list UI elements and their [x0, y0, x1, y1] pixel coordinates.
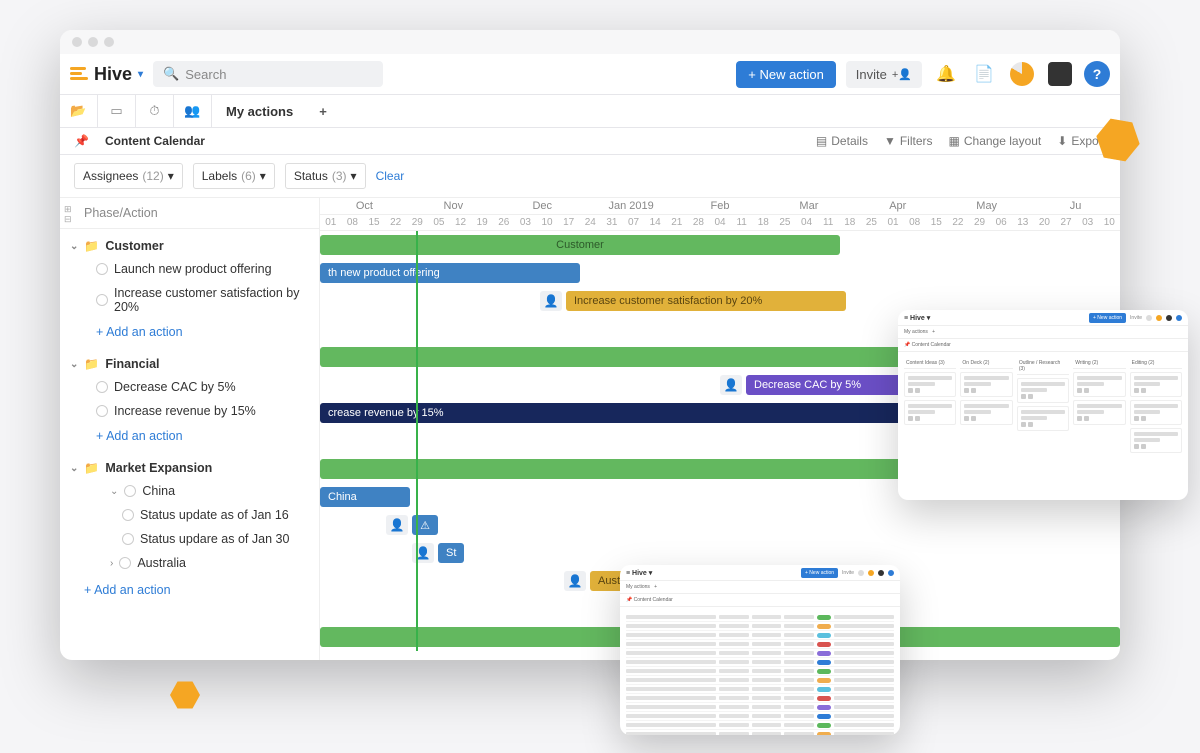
gantt-bar[interactable]: th new product offering	[320, 263, 580, 283]
assignees-filter[interactable]: Assignees (12) ▾	[74, 163, 183, 189]
list-item[interactable]: Status update as of Jan 16	[66, 503, 319, 527]
month-header: OctNovDecJan 2019FebMarAprMayJu	[320, 198, 1120, 215]
traffic-dot	[88, 37, 98, 47]
kanban-preview: ≡ Hive ▾ + New action Invite My actions …	[898, 310, 1188, 500]
assignee-icon[interactable]: 👤	[720, 375, 742, 395]
today-line	[416, 231, 418, 651]
subbar: 📌 Content Calendar ▤ Details ▼ Filters ▦…	[60, 128, 1120, 155]
filters-button[interactable]: ▼ Filters	[884, 134, 933, 148]
group-customer: ⌄📁Customer Launch new product offering I…	[60, 229, 319, 347]
nav-row: 📂 ▭ ⏱ 👥 My actions +	[60, 95, 1120, 128]
status-circle-icon	[122, 533, 134, 545]
gantt-bar[interactable]: St	[438, 543, 464, 563]
traffic-dot	[72, 37, 82, 47]
group-header[interactable]: ⌄📁Customer	[66, 235, 319, 257]
status-circle-icon	[119, 557, 131, 569]
status-circle-icon	[96, 381, 108, 393]
clock-tab[interactable]: ⏱	[136, 95, 174, 127]
assignee-icon[interactable]: 👤	[540, 291, 562, 311]
group-market: ⌄📁Market Expansion ⌄China Status update …	[60, 451, 319, 607]
assignee-icon[interactable]: 👤	[386, 515, 408, 535]
gantt-bar-customer[interactable]: Customer	[320, 235, 840, 255]
expand-collapse-icon[interactable]: ⊞⊟	[64, 204, 72, 224]
hexagon-decoration	[170, 680, 200, 710]
status-circle-icon	[122, 509, 134, 521]
status-circle-icon	[124, 485, 136, 497]
add-action[interactable]: + Add an action	[66, 575, 319, 605]
pin-icon[interactable]: 📌	[74, 134, 89, 148]
brand[interactable]: Hive ▾	[70, 64, 143, 85]
add-tab-button[interactable]: +	[307, 104, 339, 119]
search-icon: 🔍	[163, 66, 179, 82]
mini-new-action: + New action	[1089, 313, 1126, 323]
status-circle-icon	[96, 405, 108, 417]
list-item[interactable]: ›Australia	[66, 551, 319, 575]
group-header[interactable]: ⌄📁Market Expansion	[66, 457, 319, 479]
table-preview: ≡ Hive ▾ + New action Invite My actions …	[620, 565, 900, 735]
hive-logo-icon	[70, 67, 88, 81]
topbar: Hive ▾ 🔍 Search + New action Invite +👤 🔔…	[60, 54, 1120, 95]
avatar[interactable]	[1046, 60, 1074, 88]
page-title: Content Calendar	[105, 134, 205, 148]
hive-logo-icon: ≡ Hive ▾	[904, 314, 930, 322]
list-item[interactable]: Increase customer satisfaction by 20%	[66, 281, 319, 319]
hive-logo-icon: ≡ Hive ▾	[626, 569, 652, 577]
details-button[interactable]: ▤ Details	[816, 134, 868, 148]
add-action[interactable]: + Add an action	[66, 423, 319, 449]
status-circle-icon	[96, 263, 108, 275]
invite-button[interactable]: Invite +👤	[846, 61, 922, 88]
assignee-icon[interactable]: 👤	[564, 571, 586, 591]
window-chrome	[60, 30, 1120, 54]
add-action[interactable]: + Add an action	[66, 319, 319, 345]
brand-name: Hive	[94, 64, 132, 85]
search-input[interactable]: 🔍 Search	[153, 61, 383, 87]
status-circle-icon	[96, 294, 108, 306]
status-filter[interactable]: Status (3) ▾	[285, 163, 366, 189]
filter-bar: Assignees (12) ▾ Labels (6) ▾ Status (3)…	[60, 155, 1120, 198]
side-panel: ⊞⊟ Phase/Action ⌄📁Customer Launch new pr…	[60, 198, 320, 660]
list-item[interactable]: Launch new product offering	[66, 257, 319, 281]
bell-icon[interactable]: 🔔	[932, 60, 960, 88]
search-placeholder: Search	[185, 67, 226, 82]
side-header: ⊞⊟ Phase/Action	[60, 198, 319, 229]
help-button[interactable]: ?	[1084, 61, 1110, 87]
labels-filter[interactable]: Labels (6) ▾	[193, 163, 275, 189]
gantt-bar[interactable]: Increase customer satisfaction by 20%	[566, 291, 846, 311]
gantt-bar[interactable]: China	[320, 487, 410, 507]
group-header[interactable]: ⌄📁Financial	[66, 353, 319, 375]
folder-tab[interactable]: 📂	[60, 95, 98, 127]
people-tab[interactable]: 👥	[174, 95, 212, 127]
person-plus-icon: +👤	[892, 68, 912, 81]
activity-pie-icon[interactable]	[1008, 60, 1036, 88]
list-item[interactable]: Increase revenue by 15%	[66, 399, 319, 423]
layout-button[interactable]: ▦ Change layout	[949, 134, 1042, 148]
chevron-down-icon: ▾	[138, 69, 143, 80]
mini-new-action: + New action	[801, 568, 838, 578]
gantt-bar[interactable]: Decrease CAC by 5%	[746, 375, 916, 395]
my-actions-label[interactable]: My actions	[212, 104, 307, 119]
group-financial: ⌄📁Financial Decrease CAC by 5% Increase …	[60, 347, 319, 451]
id-tab[interactable]: ▭	[98, 95, 136, 127]
traffic-dot	[104, 37, 114, 47]
new-action-button[interactable]: + New action	[736, 61, 836, 88]
list-item[interactable]: ⌄China	[66, 479, 319, 503]
clear-filters[interactable]: Clear	[376, 169, 405, 183]
list-item[interactable]: Decrease CAC by 5%	[66, 375, 319, 399]
list-item[interactable]: Status updare as of Jan 30	[66, 527, 319, 551]
day-header: 0108152229051219260310172431071421280411…	[320, 215, 1120, 231]
file-icon[interactable]: 📄	[970, 60, 998, 88]
